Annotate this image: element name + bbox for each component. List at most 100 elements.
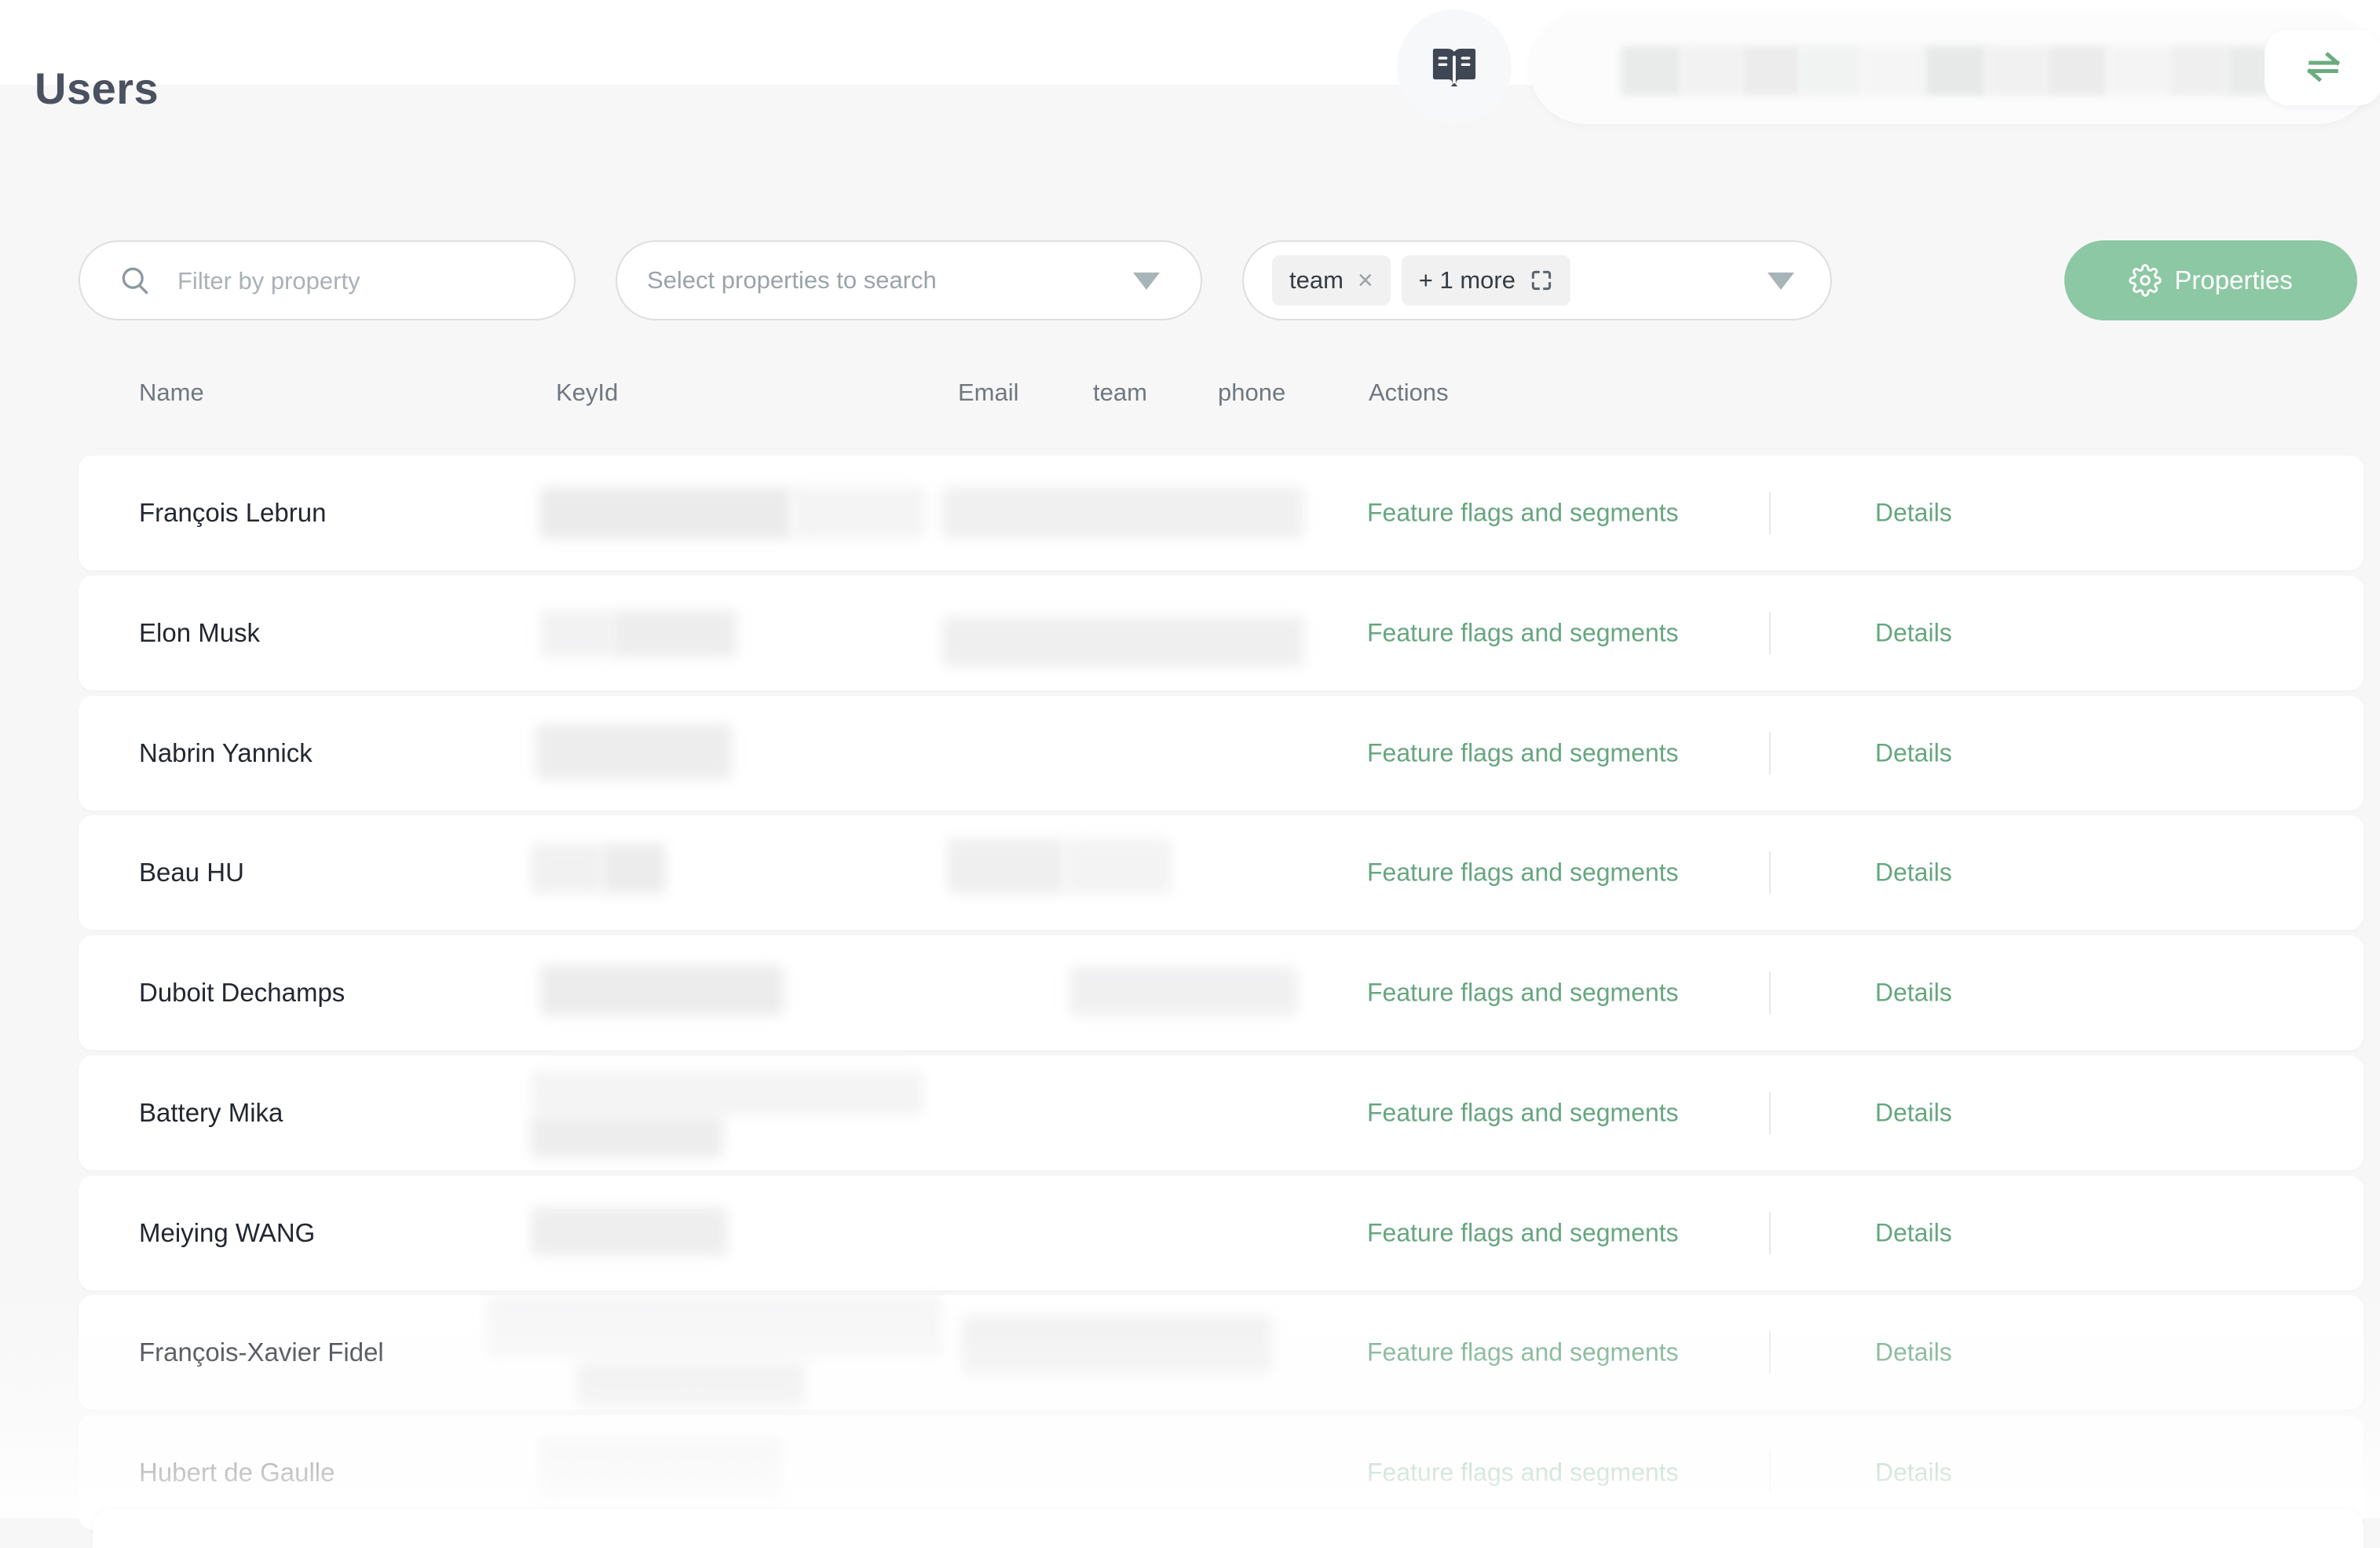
redacted-block	[2108, 46, 2169, 96]
properties-button-label: Properties	[2174, 265, 2292, 295]
selected-property-chips: team × + 1 more	[1272, 255, 1570, 306]
actions-divider	[1769, 492, 1771, 534]
expand-icon	[1530, 269, 1553, 292]
users-page: { "page_title": "Users", "topbar": { "do…	[0, 0, 2380, 1518]
actions-divider	[1769, 1212, 1771, 1254]
redacted-cell-value	[540, 965, 784, 1016]
redacted-cell-value	[601, 844, 666, 894]
redacted-block	[1742, 46, 1801, 96]
user-name: François Lebrun	[139, 498, 326, 528]
chevron-down-icon	[1768, 273, 1794, 290]
column-header-actions: Actions	[1369, 379, 1449, 407]
column-header-team: team	[1093, 379, 1147, 407]
column-header-keyid: KeyId	[556, 379, 618, 407]
actions-divider	[1769, 1331, 1771, 1374]
feature-flags-link[interactable]: Feature flags and segments	[1367, 858, 1679, 887]
feature-flags-link[interactable]: Feature flags and segments	[1367, 499, 1679, 528]
details-link[interactable]: Details	[1875, 499, 1952, 528]
user-name: Duboit Dechamps	[139, 978, 345, 1008]
chip-more[interactable]: + 1 more	[1402, 255, 1570, 306]
table-row: Duboit Dechamps Feature flags and segment…	[79, 935, 2364, 1050]
gear-icon	[2129, 264, 2162, 297]
chip-more-label: + 1 more	[1419, 266, 1515, 295]
open-book-icon	[1428, 41, 1480, 93]
details-link[interactable]: Details	[1875, 1458, 1952, 1488]
redacted-cell-value	[942, 487, 1303, 539]
feature-flags-link[interactable]: Feature flags and segments	[1367, 619, 1679, 648]
chip-team[interactable]: team ×	[1272, 255, 1391, 306]
account-context-pill[interactable]	[1530, 11, 2375, 124]
redacted-cell-value	[942, 617, 1303, 667]
redacted-block	[1863, 46, 1925, 96]
actions-divider	[1769, 732, 1771, 774]
selected-properties-select[interactable]: team × + 1 more	[1242, 240, 1832, 320]
table-row: Beau HU Feature flags and segments Details	[79, 815, 2364, 930]
feature-flags-link[interactable]: Feature flags and segments	[1367, 1219, 1679, 1248]
redacted-cell-value	[577, 1363, 805, 1407]
details-link[interactable]: Details	[1875, 1099, 1952, 1128]
user-name: Elon Musk	[139, 618, 260, 648]
page-title: Users	[35, 63, 159, 114]
user-name: François-Xavier Fidel	[139, 1338, 384, 1367]
properties-button[interactable]: Properties	[2064, 240, 2357, 320]
redacted-cell-value	[540, 610, 611, 657]
feature-flags-link[interactable]: Feature flags and segments	[1367, 979, 1679, 1008]
details-link[interactable]: Details	[1875, 979, 1952, 1008]
redacted-block	[1925, 46, 1987, 96]
redacted-cell-value	[1065, 839, 1171, 894]
redacted-cell-value	[539, 1439, 782, 1502]
user-name: Nabrin Yannick	[139, 738, 313, 768]
table-row: Elon Musk Feature flags and segments Detai…	[79, 576, 2364, 690]
actions-divider	[1769, 1092, 1771, 1134]
chevron-down-icon	[1133, 273, 1160, 290]
properties-search-select[interactable]: Select properties to search	[616, 240, 1202, 320]
redacted-block	[2169, 46, 2227, 96]
table-row: François-Xavier Fidel Feature flags and s…	[79, 1295, 2364, 1410]
redacted-cell-value	[792, 487, 925, 539]
redacted-block	[1801, 46, 1863, 96]
column-header-email: Email	[958, 379, 1019, 407]
feature-flags-link[interactable]: Feature flags and segments	[1367, 739, 1679, 768]
details-link[interactable]: Details	[1875, 739, 1952, 768]
redacted-cell-value	[487, 1295, 942, 1358]
user-name: Battery Mika	[139, 1098, 283, 1128]
table-row: François Lebrun Feature flags and segment…	[79, 456, 2364, 570]
redacted-cell-value	[531, 1071, 923, 1115]
details-link[interactable]: Details	[1875, 1338, 1952, 1367]
redacted-block	[1682, 46, 1742, 96]
details-link[interactable]: Details	[1875, 858, 1952, 887]
table-row: Meiying WANG Feature flags and segments De…	[79, 1176, 2364, 1290]
redacted-cell-value	[947, 839, 1065, 894]
redacted-block	[2227, 46, 2266, 96]
redacted-cell-value	[611, 610, 737, 657]
table-row: Battery Mika Feature flags and segments De…	[79, 1056, 2364, 1170]
details-link[interactable]: Details	[1875, 619, 1952, 648]
redacted-cell-value	[531, 1115, 723, 1158]
swap-arrows-icon	[2300, 44, 2347, 91]
table-header-row: NameKeyIdEmailteamphoneActions	[79, 369, 2364, 416]
actions-divider	[1769, 612, 1771, 654]
redacted-block	[1621, 46, 1682, 96]
select-placeholder: Select properties to search	[647, 266, 937, 295]
redacted-cell-value	[531, 1207, 727, 1256]
actions-divider	[1769, 972, 1771, 1014]
user-name: Meiying WANG	[139, 1218, 315, 1248]
feature-flags-link[interactable]: Feature flags and segments	[1367, 1458, 1679, 1488]
property-filter-input[interactable]	[176, 242, 540, 320]
property-filter-field[interactable]	[79, 240, 576, 320]
column-header-phone: phone	[1218, 379, 1285, 407]
actions-divider	[1769, 1451, 1771, 1494]
details-link[interactable]: Details	[1875, 1219, 1952, 1248]
remove-chip-icon[interactable]: ×	[1358, 267, 1373, 294]
feature-flags-link[interactable]: Feature flags and segments	[1367, 1338, 1679, 1367]
redacted-cell-value	[540, 487, 792, 539]
feature-flags-link[interactable]: Feature flags and segments	[1367, 1099, 1679, 1128]
redacted-block	[1987, 46, 2046, 96]
documentation-button[interactable]	[1397, 9, 1512, 124]
redacted-cell-value	[536, 724, 732, 779]
actions-divider	[1769, 851, 1771, 894]
switch-workspace-button[interactable]	[2265, 30, 2380, 105]
user-name: Beau HU	[139, 858, 244, 887]
redacted-cell-value	[1069, 967, 1297, 1016]
redacted-cell-value	[962, 1316, 1272, 1375]
